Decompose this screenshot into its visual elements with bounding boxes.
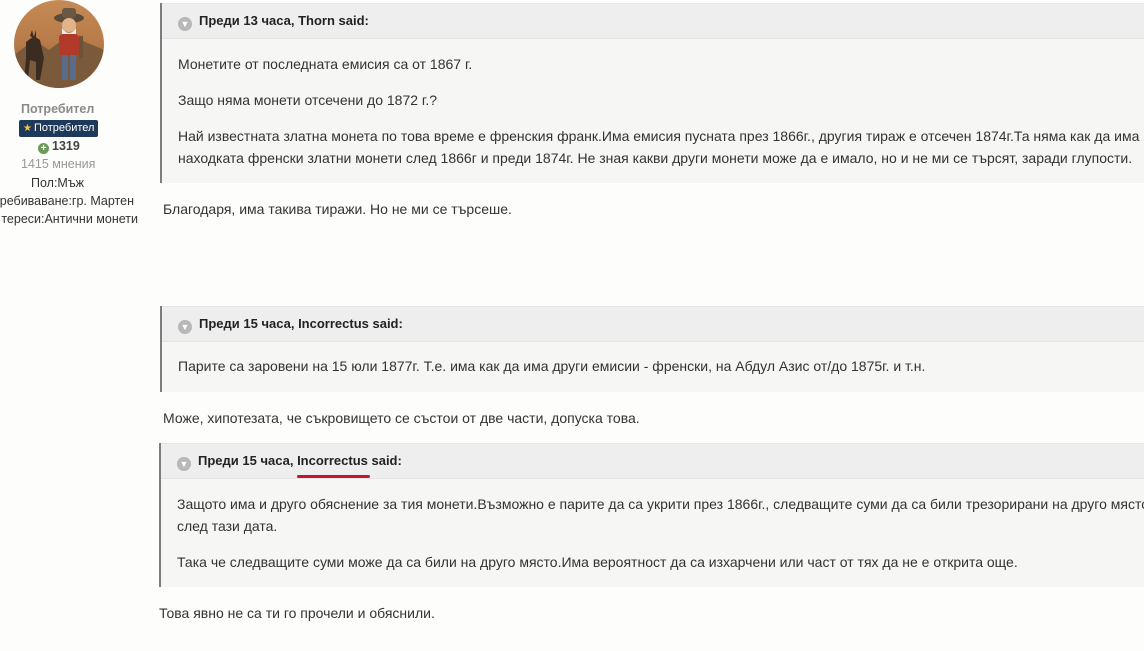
rank-label: Потребител — [33, 122, 95, 134]
author-username[interactable]: Потребител — [21, 102, 94, 116]
annotation-underline — [297, 475, 370, 478]
reply-text: Благодаря, има такива тиражи. Но не ми с… — [163, 201, 512, 217]
quote-paragraph: Парите са заровени на 15 юли 1877г. Т.е.… — [178, 358, 926, 374]
quote-author-name: Incorrectus — [297, 453, 368, 468]
quote-paragraph: след тази дата. — [177, 518, 278, 534]
reply-text: Това явно не са ти го прочели и обяснили… — [159, 605, 435, 621]
quote-paragraph: Така че следващите суми може да са били … — [177, 554, 1018, 570]
chevron-down-icon[interactable]: ▼ — [178, 320, 192, 334]
quote-block: ▼ Преди 15 часа, Incorrectus said: Парите… — [160, 306, 1144, 392]
reputation-value: 1319 — [52, 139, 80, 153]
quote-header: ▼ Преди 15 часа, Incorrectus said: — [162, 306, 1144, 342]
quote-block: ▼ Преди 13 часа, Thorn said: Монетите от … — [160, 3, 1144, 183]
quote-said-label: said: — [334, 13, 369, 28]
quote-author-link[interactable]: Thorn — [298, 13, 335, 28]
profile-location: ребиваване:гр. Мартен — [0, 194, 134, 208]
avatar-image — [14, 0, 104, 88]
quote-paragraph: Защото има и друго обяснение за тия моне… — [177, 496, 1144, 512]
quote-paragraph: Най известната златна монета по това вре… — [178, 128, 1144, 144]
star-icon: ★ — [23, 123, 32, 134]
plus-circle-icon: + — [38, 143, 49, 154]
rank-badge: ★ Потребител — [19, 120, 99, 137]
reputation-count: +1319 — [38, 139, 80, 154]
quote-paragraph: Защо няма монети отсечени до 1872 г.? — [178, 92, 438, 108]
quote-time: Преди 15 часа, — [198, 453, 298, 468]
profile-gender: Пол:Мъж — [31, 176, 85, 190]
quote-author-link[interactable]: Incorrectus — [298, 316, 369, 331]
profile-interests: тереси:Антични монети — [1, 212, 138, 226]
quote-block: ▼ Преди 15 часа, Incorrectus said: Защото… — [159, 443, 1144, 587]
chevron-down-icon[interactable]: ▼ — [177, 457, 191, 471]
author-sidebar: Потребител ★ Потребител +1319 1415 мнения… — [0, 0, 148, 651]
quote-said-label: said: — [368, 316, 403, 331]
quote-said-label: said: — [367, 453, 402, 468]
quote-header: ▼ Преди 13 часа, Thorn said: — [162, 3, 1144, 39]
quote-paragraph: Монетите от последната емисия са от 1867… — [178, 56, 473, 72]
chevron-down-icon[interactable]: ▼ — [178, 17, 192, 31]
quote-time: Преди 15 часа, — [199, 316, 299, 331]
avatar[interactable] — [14, 0, 104, 88]
quote-paragraph: находката френски златни монети след 186… — [178, 150, 1133, 166]
post-count: 1415 мнения — [21, 157, 96, 171]
reply-text: Може, хипотезата, че съкровището се съст… — [163, 410, 640, 426]
quote-time: Преди 13 часа, — [199, 13, 299, 28]
quote-header: ▼ Преди 15 часа, Incorrectus said: — [161, 443, 1144, 479]
quote-author-link[interactable]: Incorrectus — [297, 453, 370, 478]
